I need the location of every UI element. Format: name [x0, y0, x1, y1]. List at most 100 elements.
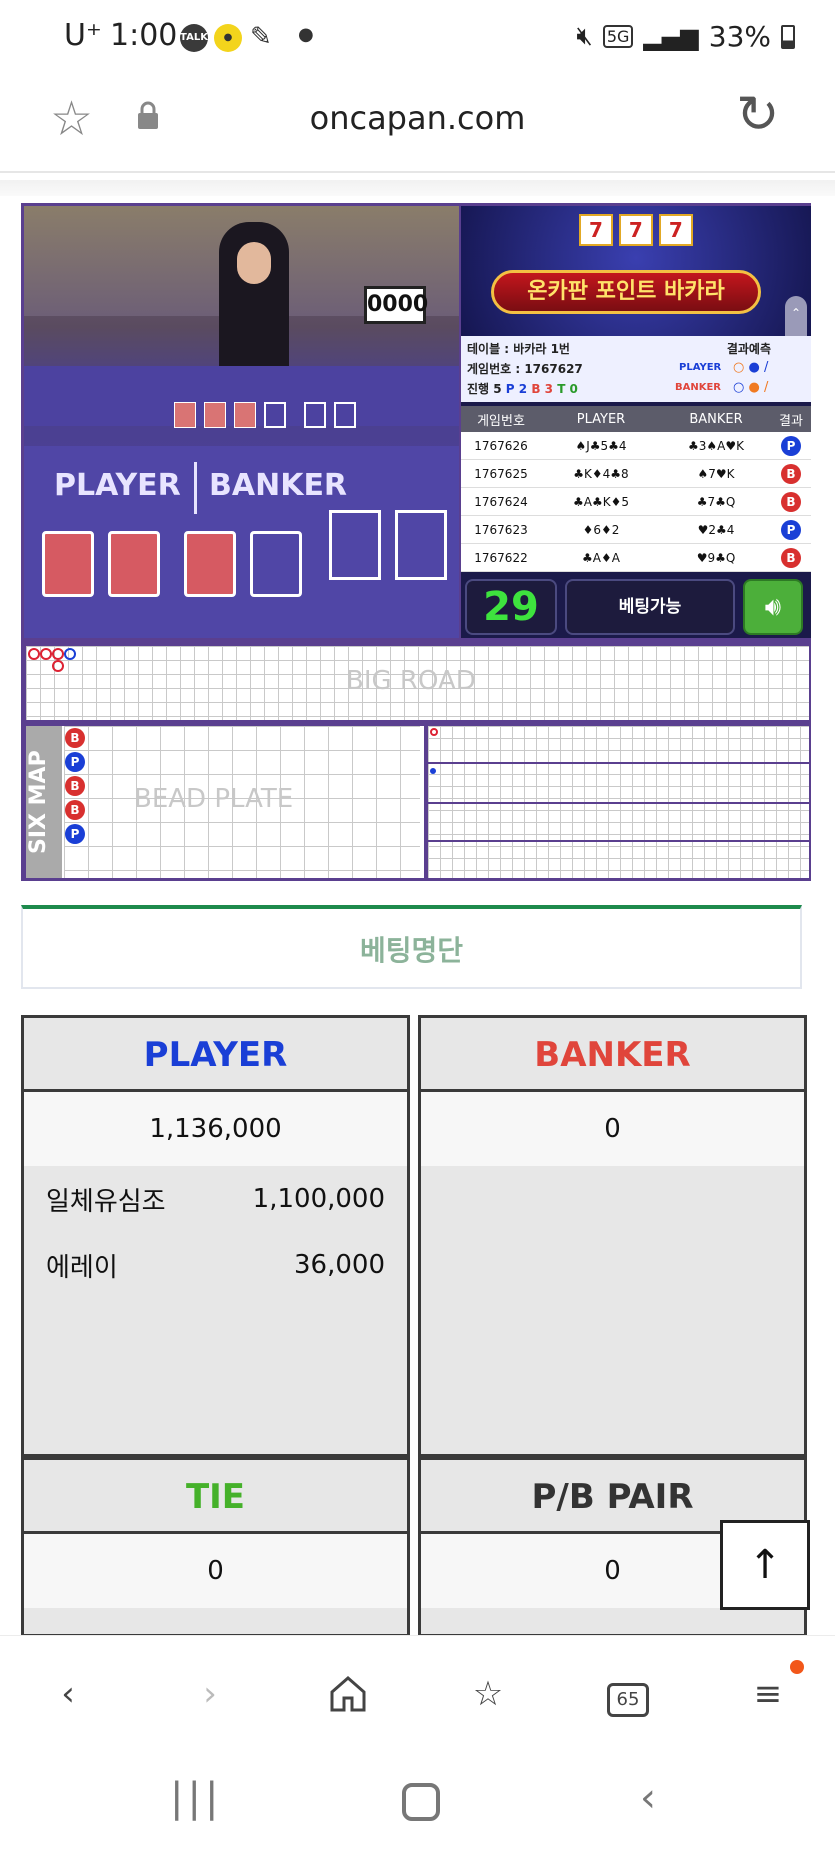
progress-label: 진행 5 P 2 B 3 T 0	[467, 380, 578, 397]
page-divider	[0, 180, 835, 196]
row-player-cards: ♦6♦2	[582, 522, 620, 537]
tie-bet-title: TIE	[24, 1460, 407, 1534]
progress-count: 진행 5	[467, 382, 502, 396]
result-ball: P	[781, 519, 801, 540]
row-game: 1767624	[474, 494, 528, 509]
chevron-right-icon: ›	[203, 1674, 217, 1714]
row-result: P	[771, 435, 811, 456]
closeup-empty-slots	[329, 510, 447, 580]
header-game: 게임번호	[477, 413, 525, 429]
row-banker-cards: ♥9♣Q	[696, 550, 736, 565]
bet-entry: 에레이 36,000	[24, 1232, 407, 1298]
progress-banker: B 3	[531, 382, 553, 396]
clock: 1:00	[110, 18, 178, 53]
prediction-banker-label: BANKER	[675, 382, 722, 393]
home-button[interactable]	[318, 1664, 378, 1724]
bet-entry: 일체유심조 1,100,000	[24, 1166, 407, 1232]
banker-bet-total: 0	[421, 1092, 804, 1166]
road-divider	[428, 840, 809, 842]
sound-toggle-button[interactable]: 🔊︎	[743, 579, 803, 635]
betting-status-button[interactable]: 베팅가능	[565, 579, 735, 635]
bookmarks-button[interactable]: ☆	[458, 1664, 518, 1724]
result-ball: B	[781, 491, 801, 512]
tabs-button[interactable]: 65	[598, 1664, 658, 1724]
home-icon	[330, 1676, 366, 1712]
tie-bet-panel: TIE 0	[21, 1457, 410, 1637]
row-game: 1767625	[474, 466, 528, 481]
system-back-icon[interactable]: ‹	[640, 1775, 656, 1821]
game-number-label: 게임번호 : 1767627	[467, 362, 583, 376]
row-game: 1767622	[474, 550, 528, 565]
row-result: B	[771, 547, 811, 568]
prediction-banker-icons[interactable]: ○ ● /	[733, 380, 768, 395]
road-divider	[428, 762, 809, 764]
live-video-feed[interactable]: 0000 PLAYER BANKER	[24, 206, 459, 638]
speaker-icon: 🔊︎	[764, 592, 782, 622]
tabs-icon: 65	[607, 1683, 649, 1717]
row-result: B	[771, 491, 811, 512]
arrow-up-icon: ↑	[748, 1542, 782, 1588]
forward-button[interactable]: ›	[180, 1664, 240, 1724]
road-mark	[64, 648, 76, 660]
bet-amount: 36,000	[294, 1250, 385, 1280]
header-result: 결과	[779, 413, 803, 429]
bettor-name: 일체유심조	[46, 1186, 166, 1217]
bead-plate-area: SIX MAP BEAD PLATE B P B B P	[26, 726, 424, 878]
results-row: 1767623 ♦6♦2 ♥2♣4 P	[461, 516, 811, 544]
dealt-cards-top	[174, 402, 356, 428]
banker-bet-title: BANKER	[421, 1018, 804, 1092]
browser-bottom-nav: ‹ › ☆ 65 ≡	[0, 1635, 835, 1745]
result-ball: B	[781, 463, 801, 484]
big-road-label: BIG ROAD	[346, 666, 476, 696]
betting-list-title: 베팅명단	[359, 934, 464, 967]
countdown-timer: 29	[465, 579, 557, 635]
row-game: 1767623	[474, 522, 528, 537]
row-result: P	[771, 519, 811, 540]
progress-player: P 2	[505, 382, 528, 396]
results-header: 게임번호 PLAYER BANKER 결과	[461, 406, 811, 432]
row-banker-cards: ♠7♥K	[697, 466, 735, 481]
prediction-player-icons[interactable]: ○ ● /	[733, 360, 768, 375]
header-banker: BANKER	[689, 411, 743, 427]
betting-status-label: 베팅가능	[618, 597, 682, 617]
game-meta: 테이블 : 바카라 1번 결과예측 게임번호 : 1767627 PLAYER …	[461, 336, 811, 402]
big-road-board: BIG ROAD	[26, 646, 809, 720]
betting-list-header: 베팅명단	[21, 905, 802, 989]
game-info-column: 7 7 7 온카판 포인트 바카라 ⌃⌄ 테이블 : 바카라 1번 결과예측 게…	[461, 206, 811, 638]
road-mark	[52, 648, 64, 660]
bead-result: B	[65, 776, 85, 796]
road-mark	[52, 660, 64, 672]
video-banker-label: BANKER	[209, 468, 348, 503]
browser-url-bar: ☆ oncapan.com ↻	[0, 75, 835, 173]
home-system-icon[interactable]	[402, 1783, 440, 1821]
six-map-label: SIX MAP	[26, 726, 62, 878]
results-table: 게임번호 PLAYER BANKER 결과 1767626 ♠J♣5♣4 ♣3♠…	[461, 406, 811, 572]
promo-banner: 7 7 7 온카판 포인트 바카라 ⌃⌄	[461, 206, 811, 366]
results-row: 1767625 ♣K♦4♣8 ♠7♥K B	[461, 460, 811, 488]
menu-button[interactable]: ≡	[738, 1660, 804, 1724]
reload-icon[interactable]: ↻	[736, 85, 780, 145]
back-button[interactable]: ‹	[38, 1664, 98, 1724]
slot-digit: 7	[658, 214, 693, 246]
road-mark	[40, 648, 52, 660]
recent-apps-icon[interactable]: |||	[170, 1775, 222, 1821]
player-bet-total: 1,136,000	[24, 1092, 407, 1166]
slot-digit: 7	[579, 214, 613, 246]
mute-icon: 🔇︎	[576, 21, 593, 51]
row-player-cards: ♣A♦A	[582, 550, 620, 565]
bead-column: B P B B P	[65, 728, 85, 844]
video-player-label: PLAYER	[54, 468, 181, 503]
signal-icon: ▂▄▆	[643, 22, 699, 51]
results-row: 1767624 ♣A♣K♦5 ♣7♣Q B	[461, 488, 811, 516]
row-player-cards: ♣A♣K♦5	[573, 494, 629, 509]
battery-icon	[781, 24, 795, 49]
road-mark	[430, 728, 438, 736]
road-mark	[430, 768, 436, 774]
scroll-to-top-button[interactable]: ↑	[720, 1520, 810, 1610]
url-text[interactable]: oncapan.com	[0, 99, 835, 137]
bead-plate-board: BEAD PLATE B P B B P	[64, 726, 420, 878]
chevron-left-icon: ‹	[61, 1674, 75, 1714]
pill-icon: ✎	[250, 22, 272, 52]
status-bar: U⁺ 1:00 TALK ● ✎ ● 🔇︎ 5G ▂▄▆ 33%	[0, 0, 835, 75]
bet-amount: 1,100,000	[252, 1184, 385, 1214]
